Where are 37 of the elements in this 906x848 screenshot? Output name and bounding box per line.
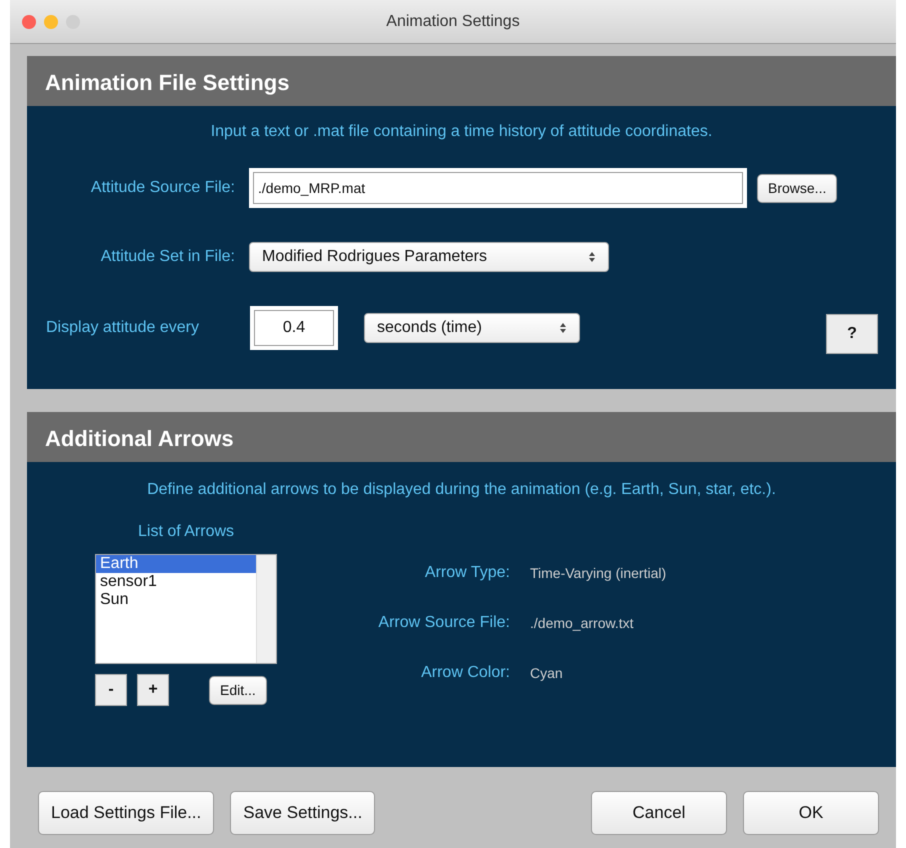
field-label: Attitude Set in File: bbox=[100, 247, 235, 267]
stepper-icon bbox=[588, 250, 596, 264]
browse-button[interactable]: Browse... bbox=[757, 174, 838, 202]
stepper-icon bbox=[559, 321, 567, 335]
detail-value: Cyan bbox=[530, 664, 563, 683]
detail-value: Time-Varying (inertial) bbox=[530, 564, 666, 583]
panel-title: Additional Arrows bbox=[27, 412, 896, 462]
dialog-button[interactable]: Save Settings... bbox=[230, 791, 376, 834]
dialog-button[interactable]: OK bbox=[743, 791, 879, 834]
field-label: Attitude Source File: bbox=[90, 178, 235, 198]
field-label: Display attitude every bbox=[46, 318, 200, 338]
list-item[interactable]: sensor1 bbox=[96, 573, 256, 591]
window-control-icon[interactable] bbox=[22, 14, 36, 28]
list-item[interactable]: Sun bbox=[96, 591, 256, 609]
detail-label: Arrow Type: bbox=[424, 563, 510, 583]
dialog-button[interactable]: Load Settings File... bbox=[38, 791, 214, 834]
detail-label: Arrow Source File: bbox=[377, 613, 510, 633]
panel-description: Input a text or .mat file containing a time history of attitude coordinates. bbox=[210, 122, 714, 142]
unit-dropdown[interactable]: seconds (time) bbox=[364, 313, 580, 343]
scrollbar[interactable] bbox=[256, 555, 276, 663]
help-button[interactable]: ? bbox=[826, 314, 878, 354]
panel-description: Define additional arrows to be displayed during the animation (e.g. Earth, Sun, star, etc.). bbox=[146, 480, 777, 500]
edit-button[interactable]: Edit... bbox=[209, 676, 267, 704]
remove-button[interactable]: - bbox=[95, 674, 127, 706]
window-control-icon[interactable] bbox=[44, 14, 58, 28]
detail-value: ./demo_arrow.txt bbox=[530, 614, 634, 633]
dialog-button[interactable]: Cancel bbox=[591, 791, 727, 834]
detail-label: Arrow Color: bbox=[420, 663, 510, 683]
panel-title: Animation File Settings bbox=[27, 56, 896, 106]
attitude-set-dropdown[interactable]: Modified Rodrigues Parameters bbox=[249, 242, 609, 272]
list-label: List of Arrows bbox=[136, 522, 236, 542]
arrow-listbox[interactable]: Earth sensor1 Sun bbox=[95, 554, 277, 664]
source-file-field[interactable]: ./demo_MRP.mat bbox=[249, 168, 747, 208]
add-button[interactable]: + bbox=[137, 674, 169, 706]
list-item[interactable]: Earth bbox=[96, 555, 256, 573]
interval-field[interactable]: 0.4 bbox=[250, 306, 338, 350]
window-title: Animation Settings bbox=[386, 12, 520, 30]
